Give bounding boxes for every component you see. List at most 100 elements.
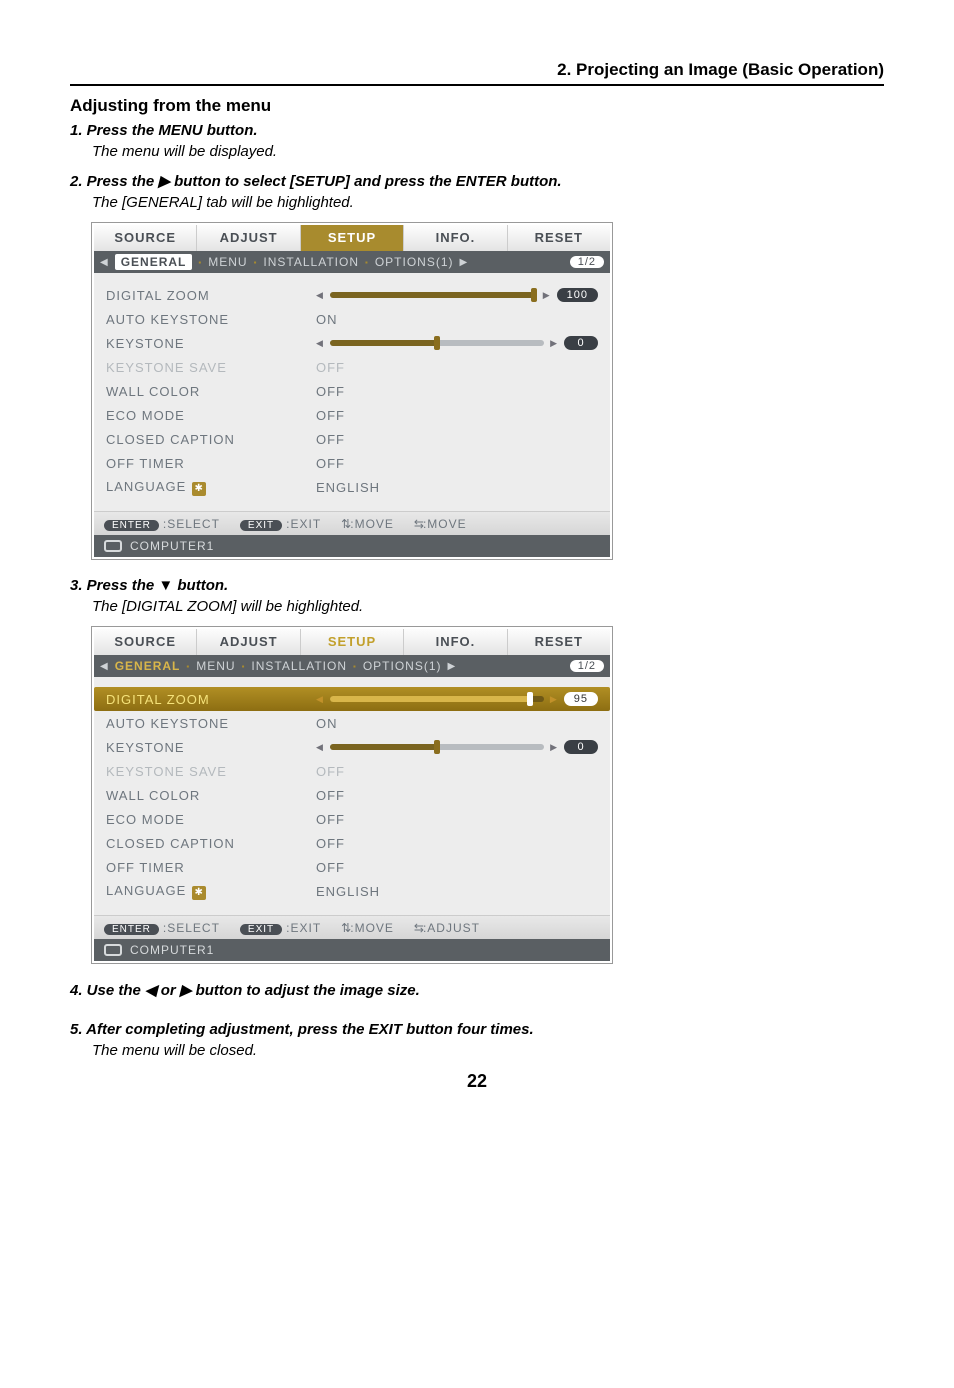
bullet-icon: ▪ xyxy=(198,258,202,267)
chevron-right-icon: ▶ xyxy=(550,338,558,349)
row-auto-keystone: AUTO KEYSTONE ON xyxy=(106,307,598,331)
adjust-hint: ⇆:ADJUST xyxy=(414,921,480,935)
move-vertical-hint: ⇅:MOVE xyxy=(341,921,394,935)
tab-source: SOURCE xyxy=(94,225,197,251)
chevron-left-icon: ◀ xyxy=(316,742,324,753)
section-header: 2. Projecting an Image (Basic Operation) xyxy=(70,60,884,86)
tab-setup: SETUP xyxy=(301,629,404,655)
chevron-left-icon: ◀ xyxy=(316,338,324,349)
row-closed-caption: CLOSED CAPTION OFF xyxy=(106,831,598,855)
chevron-right-icon: ▶ xyxy=(550,694,558,705)
page-indicator: 1/2 xyxy=(570,256,604,268)
language-icon: ✱ xyxy=(192,482,206,496)
slider-digital-zoom: ◀ ▶ 95 xyxy=(316,692,598,706)
row-eco-mode: ECO MODE OFF xyxy=(106,807,598,831)
step-3-title: 3. Press the ▼ button. xyxy=(70,577,884,594)
osd-screenshot-2: SOURCE ADJUST SETUP INFO. RESET ◀ GENERA… xyxy=(92,627,612,963)
row-digital-zoom-selected: DIGITAL ZOOM ◀ ▶ 95 xyxy=(94,687,610,711)
osd-footer-hints: ENTER:SELECT EXIT:EXIT ⇅:MOVE ⇆:ADJUST xyxy=(94,915,610,939)
subtab-installation: INSTALLATION xyxy=(263,255,359,269)
page-number: 22 xyxy=(70,1071,884,1092)
row-language: LANGUAGE✱ ENGLISH xyxy=(106,475,598,499)
move-horizontal-hint: ⇆:MOVE xyxy=(414,517,467,531)
osd-topbar: SOURCE ADJUST SETUP INFO. RESET xyxy=(94,225,610,251)
source-icon xyxy=(104,944,122,956)
bullet-icon: ▪ xyxy=(365,258,369,267)
value-keystone: 0 xyxy=(564,740,598,754)
subtab-general: GENERAL xyxy=(115,254,193,270)
page-heading: Adjusting from the menu xyxy=(70,96,884,116)
subtab-general: GENERAL xyxy=(115,659,181,673)
subtab-options: OPTIONS(1) xyxy=(363,659,442,673)
osd-topbar: SOURCE ADJUST SETUP INFO. RESET xyxy=(94,629,610,655)
osd-body: DIGITAL ZOOM ◀ ▶ 100 AUTO KEYSTONE ON KE… xyxy=(94,273,610,511)
row-keystone: KEYSTONE ◀ ▶ 0 xyxy=(106,331,598,355)
step-1-note: The menu will be displayed. xyxy=(92,143,884,160)
osd-footer-hints: ENTER:SELECT EXIT:EXIT ⇅:MOVE ⇆:MOVE xyxy=(94,511,610,535)
row-auto-keystone: AUTO KEYSTONE ON xyxy=(106,711,598,735)
chevron-left-icon: ◀ xyxy=(316,694,324,705)
exit-pill: EXIT xyxy=(240,520,282,531)
tab-adjust: ADJUST xyxy=(197,629,300,655)
bullet-icon: ▪ xyxy=(186,662,190,671)
row-eco-mode: ECO MODE OFF xyxy=(106,403,598,427)
tab-info: INFO. xyxy=(404,225,507,251)
language-icon: ✱ xyxy=(192,886,206,900)
osd-body: DIGITAL ZOOM ◀ ▶ 95 AUTO KEYSTONE ON KEY… xyxy=(94,677,610,915)
osd-screenshot-1: SOURCE ADJUST SETUP INFO. RESET ◀ GENERA… xyxy=(92,223,612,559)
enter-pill: ENTER xyxy=(104,520,159,531)
row-off-timer: OFF TIMER OFF xyxy=(106,855,598,879)
value-digital-zoom: 100 xyxy=(557,288,598,302)
bullet-icon: ▪ xyxy=(353,662,357,671)
bullet-icon: ▪ xyxy=(254,258,258,267)
slider-keystone: ◀ ▶ 0 xyxy=(316,740,598,754)
subtab-menu: MENU xyxy=(208,255,247,269)
row-off-timer: OFF TIMER OFF xyxy=(106,451,598,475)
row-keystone-save: KEYSTONE SAVE OFF xyxy=(106,759,598,783)
subtab-menu: MENU xyxy=(196,659,235,673)
move-vertical-hint: ⇅:MOVE xyxy=(341,517,394,531)
step-1-title: 1. Press the MENU button. xyxy=(70,122,884,139)
osd-subbar: ◀ GENERAL ▪ MENU ▪ INSTALLATION ▪ OPTION… xyxy=(94,655,610,677)
page-indicator: 1/2 xyxy=(570,660,604,672)
chevron-right-icon: ▶ xyxy=(448,661,457,672)
chevron-right-icon: ▶ xyxy=(543,290,551,301)
subtab-options: OPTIONS(1) xyxy=(375,255,454,269)
row-keystone-save: KEYSTONE SAVE OFF xyxy=(106,355,598,379)
value-digital-zoom: 95 xyxy=(564,692,598,706)
slider-digital-zoom: ◀ ▶ 100 xyxy=(316,288,598,302)
osd-footer-source: COMPUTER1 xyxy=(94,535,610,557)
label-digital-zoom: DIGITAL ZOOM xyxy=(106,288,316,303)
value-auto-keystone: ON xyxy=(316,312,598,327)
bullet-icon: ▪ xyxy=(242,662,246,671)
step-2-title: 2. Press the ▶ button to select [SETUP] … xyxy=(70,172,884,190)
row-language: LANGUAGE✱ ENGLISH xyxy=(106,879,598,903)
tab-reset: RESET xyxy=(508,225,610,251)
tab-reset: RESET xyxy=(508,629,610,655)
row-keystone: KEYSTONE ◀ ▶ 0 xyxy=(106,735,598,759)
chevron-right-icon: ▶ xyxy=(460,257,469,268)
exit-pill: EXIT xyxy=(240,924,282,935)
label-digital-zoom: DIGITAL ZOOM xyxy=(106,692,316,707)
value-keystone: 0 xyxy=(564,336,598,350)
subtab-installation: INSTALLATION xyxy=(251,659,347,673)
row-closed-caption: CLOSED CAPTION OFF xyxy=(106,427,598,451)
osd-subbar: ◀ GENERAL ▪ MENU ▪ INSTALLATION ▪ OPTION… xyxy=(94,251,610,273)
chevron-left-icon: ◀ xyxy=(316,290,324,301)
row-wall-color: WALL COLOR OFF xyxy=(106,783,598,807)
tab-setup: SETUP xyxy=(301,225,404,251)
row-wall-color: WALL COLOR OFF xyxy=(106,379,598,403)
step-5-title: 5. After completing adjustment, press th… xyxy=(70,1021,884,1038)
chevron-left-icon: ◀ xyxy=(100,661,109,672)
tab-info: INFO. xyxy=(404,629,507,655)
slider-keystone: ◀ ▶ 0 xyxy=(316,336,598,350)
step-5-note: The menu will be closed. xyxy=(92,1042,884,1059)
row-digital-zoom: DIGITAL ZOOM ◀ ▶ 100 xyxy=(106,283,598,307)
step-3-note: The [DIGITAL ZOOM] will be highlighted. xyxy=(92,598,884,615)
step-4-title: 4. Use the ◀ or ▶ button to adjust the i… xyxy=(70,981,884,999)
chevron-left-icon: ◀ xyxy=(100,257,109,268)
step-2-note: The [GENERAL] tab will be highlighted. xyxy=(92,194,884,211)
tab-adjust: ADJUST xyxy=(197,225,300,251)
osd-footer-source: COMPUTER1 xyxy=(94,939,610,961)
enter-pill: ENTER xyxy=(104,924,159,935)
